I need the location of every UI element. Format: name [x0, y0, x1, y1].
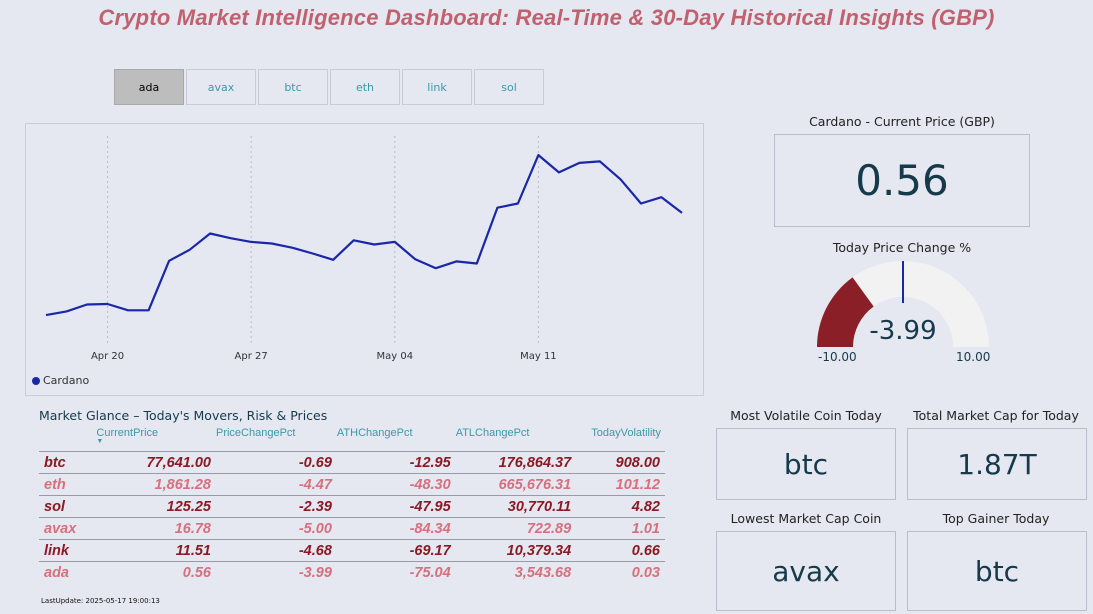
tab-sol[interactable]: sol	[474, 69, 544, 105]
dashboard-title: Crypto Market Intelligence Dashboard: Re…	[98, 5, 995, 30]
most-volatile-card: btc	[716, 428, 896, 500]
gauge-value: -3.99	[869, 316, 937, 346]
col-header-todayvolatility[interactable]: TodayVolatility	[576, 427, 665, 452]
cell-todayvolatility: 908.00	[576, 451, 665, 474]
cell-coin: ada	[39, 561, 89, 583]
cell-currentprice: 125.25	[88, 495, 216, 518]
market-glance-table: Market Glance – Today's Movers, Risk & P…	[39, 408, 665, 583]
cell-coin: sol	[39, 495, 89, 518]
cell-coin: eth	[39, 473, 89, 496]
top-gainer-card: btc	[907, 531, 1087, 611]
cell-pricechangepct: -4.47	[215, 473, 337, 496]
table-title: Market Glance – Today's Movers, Risk & P…	[39, 408, 328, 423]
col-header-currentprice[interactable]: CurrentPrice ▼	[88, 427, 216, 452]
table-row[interactable]: eth 1,861.28 -4.47 -48.30 665,676.31 101…	[39, 473, 665, 496]
cell-athchangepct: -69.17	[336, 539, 456, 562]
x-tick-label: Apr 20	[91, 351, 124, 362]
cell-currentprice: 11.51	[88, 539, 216, 562]
table-row[interactable]: link 11.51 -4.68 -69.17 10,379.34 0.66	[39, 539, 665, 562]
chart-legend: Cardano	[32, 374, 89, 387]
price-change-gauge: -3.99 -10.00 10.00	[812, 256, 994, 368]
cell-coin: avax	[39, 517, 89, 540]
lowest-market-cap-card: avax	[716, 531, 896, 611]
cell-pricechangepct: -2.39	[215, 495, 337, 518]
cell-currentprice: 16.78	[88, 517, 216, 540]
cell-todayvolatility: 4.82	[576, 495, 665, 518]
cell-currentprice: 77,641.00	[88, 451, 216, 474]
series-line-cardano	[45, 154, 683, 317]
col-header-coin	[39, 427, 88, 452]
col-header-atlchangepct[interactable]: ATLChangePct	[456, 427, 577, 452]
last-update: LastUpdate: 2025-05-17 19:00:13	[41, 597, 160, 605]
most-volatile-label: Most Volatile Coin Today	[730, 408, 882, 423]
cell-coin: btc	[39, 451, 89, 474]
total-market-cap-card: 1.87T	[907, 428, 1087, 500]
legend-dot	[32, 376, 40, 385]
cell-atlchangepct: 176,864.37	[455, 451, 577, 474]
tab-ada[interactable]: ada	[114, 69, 184, 105]
cell-pricechangepct: -4.68	[215, 539, 337, 562]
current-price-card: 0.56	[774, 134, 1030, 227]
cell-athchangepct: -75.04	[336, 561, 456, 583]
cell-pricechangepct: -0.69	[215, 451, 337, 474]
tab-link[interactable]: link	[402, 69, 472, 105]
top-gainer-label: Top Gainer Today	[942, 511, 1050, 526]
gauge-max: 10.00	[956, 350, 991, 364]
col-header-currentprice-label: CurrentPrice	[96, 427, 159, 439]
cell-atlchangepct: 30,770.11	[455, 495, 577, 518]
cell-todayvolatility: 101.12	[576, 473, 665, 496]
coin-slicer: ada avax btc eth link sol	[114, 69, 544, 105]
col-header-athchangepct[interactable]: ATHChangePct	[337, 427, 456, 452]
cell-atlchangepct: 722.89	[455, 517, 577, 540]
cell-athchangepct: -12.95	[336, 451, 456, 474]
line-chart-svg: Apr 20 Apr 27 May 04 May 11	[45, 136, 683, 362]
gauge-label: Today Price Change %	[832, 240, 972, 255]
table-row[interactable]: sol 125.25 -2.39 -47.95 30,770.11 4.82	[39, 495, 665, 518]
cell-atlchangepct: 10,379.34	[455, 539, 577, 562]
legend-label: Cardano	[43, 374, 90, 387]
table-row[interactable]: btc 77,641.00 -0.69 -12.95 176,864.37 90…	[39, 451, 665, 474]
cell-coin: link	[39, 539, 89, 562]
cell-athchangepct: -48.30	[336, 473, 456, 496]
table-row[interactable]: avax 16.78 -5.00 -84.34 722.89 1.01	[39, 517, 665, 540]
current-price-label: Cardano - Current Price (GBP)	[809, 114, 995, 129]
tab-avax[interactable]: avax	[186, 69, 256, 105]
cell-atlchangepct: 665,676.31	[455, 473, 577, 496]
tab-btc[interactable]: btc	[258, 69, 328, 105]
sort-down-icon: ▼	[96, 438, 104, 445]
cell-todayvolatility: 0.03	[576, 561, 665, 583]
cell-athchangepct: -84.34	[336, 517, 456, 540]
market-table: CurrentPrice ▼ PriceChangePct ATHChangeP…	[39, 427, 665, 583]
total-market-cap-label: Total Market Cap for Today	[913, 408, 1079, 423]
cell-currentprice: 0.56	[88, 561, 216, 583]
cell-pricechangepct: -5.00	[215, 517, 337, 540]
lowest-market-cap-label: Lowest Market Cap Coin	[730, 511, 882, 526]
x-tick-label: May 04	[376, 351, 413, 362]
price-history-chart[interactable]: Apr 20 Apr 27 May 04 May 11 Cardano	[25, 123, 704, 396]
cell-todayvolatility: 1.01	[576, 517, 665, 540]
cell-athchangepct: -47.95	[336, 495, 456, 518]
cell-currentprice: 1,861.28	[88, 473, 216, 496]
cell-atlchangepct: 3,543.68	[455, 561, 577, 583]
table-row[interactable]: ada 0.56 -3.99 -75.04 3,543.68 0.03	[39, 561, 665, 583]
x-tick-label: Apr 27	[235, 351, 268, 362]
cell-todayvolatility: 0.66	[576, 539, 665, 562]
col-header-pricechangepct[interactable]: PriceChangePct	[216, 427, 337, 452]
cell-pricechangepct: -3.99	[215, 561, 337, 583]
tab-eth[interactable]: eth	[330, 69, 400, 105]
gauge-min: -10.00	[818, 350, 857, 364]
x-tick-label: May 11	[520, 351, 557, 362]
